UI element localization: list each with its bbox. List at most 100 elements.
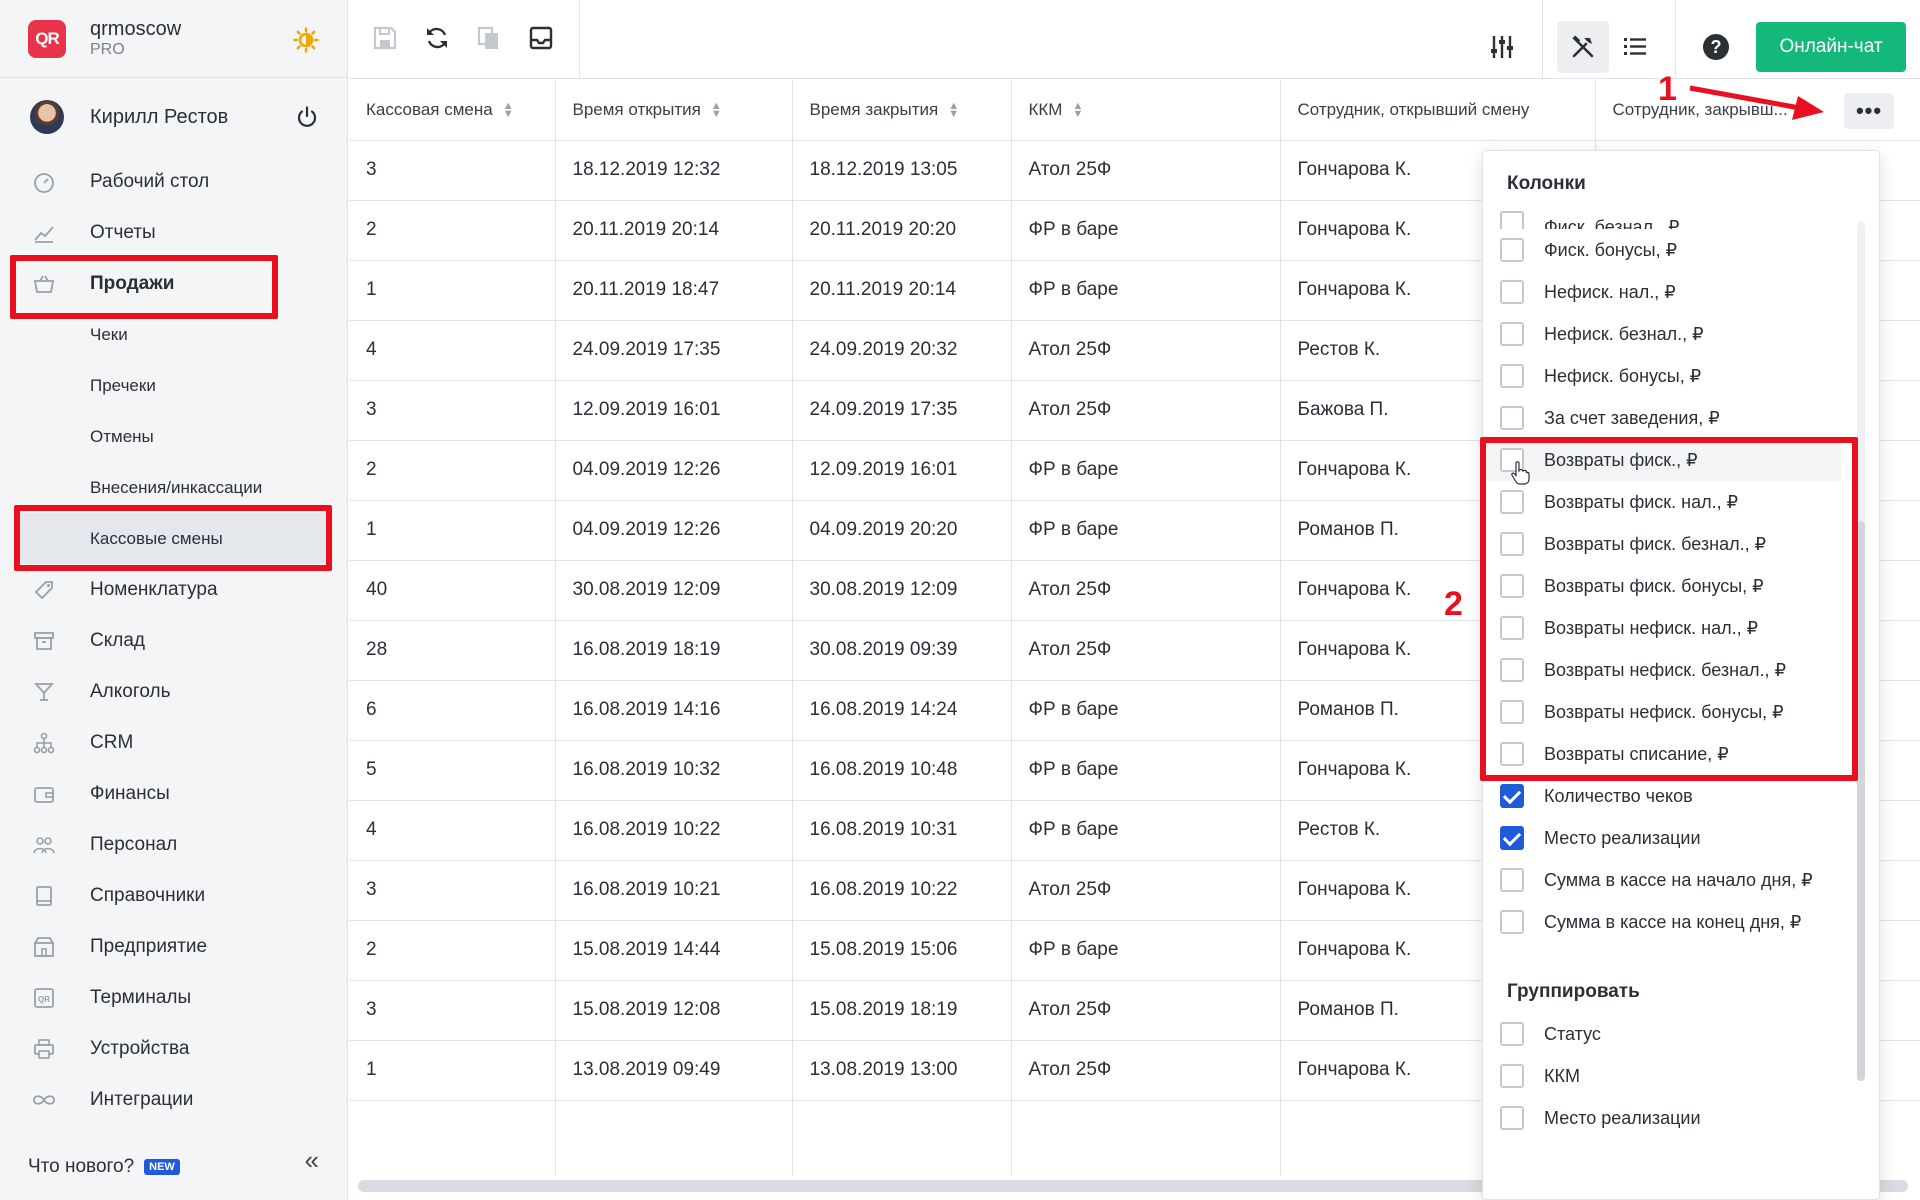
subnav-item-prechecks[interactable]: Пречеки <box>0 360 347 411</box>
column-header-opened-by[interactable]: Сотрудник, открывший смену <box>1280 80 1596 141</box>
table-cell: Атол 25Ф <box>1011 1040 1281 1101</box>
nav-item-enterprise[interactable]: Предприятие <box>0 921 347 972</box>
nav-item-staff[interactable]: Персонал <box>0 819 347 870</box>
checkbox[interactable] <box>1500 910 1524 934</box>
checkbox[interactable] <box>1500 700 1524 724</box>
column-header-close-time[interactable]: Время закрытия ▲ ▼ <box>792 80 1012 141</box>
column-header-kkm[interactable]: ККМ ▲ ▼ <box>1011 80 1281 141</box>
nav-label: Рабочий стол <box>90 170 210 192</box>
checkbox[interactable] <box>1500 532 1524 556</box>
reports-icon <box>30 219 58 247</box>
checkbox[interactable] <box>1500 211 1524 229</box>
nav-item-integrations[interactable]: Интеграции <box>0 1074 347 1125</box>
annotation-marker-1: 1 <box>1658 70 1677 108</box>
online-chat-button[interactable]: Онлайн-чат <box>1756 21 1906 72</box>
subnav-item-cash-shifts[interactable]: Кассовые смены <box>20 513 333 564</box>
subnav-item-receipts[interactable]: Чеки <box>0 309 347 360</box>
checkbox-row[interactable]: Возвраты списание, ₽ <box>1483 733 1879 775</box>
refresh-icon[interactable] <box>421 22 453 54</box>
checkbox[interactable] <box>1500 406 1524 430</box>
inbox-icon[interactable] <box>525 22 557 54</box>
checkbox-row[interactable]: Место реализации <box>1483 1097 1879 1139</box>
subnav-item-cash-deposits[interactable]: Внесения/инкассации <box>0 462 347 513</box>
nav-item-references[interactable]: Справочники <box>0 870 347 921</box>
table-cell <box>792 1100 1012 1175</box>
avatar[interactable] <box>30 100 64 134</box>
tools-icon[interactable] <box>1557 20 1609 73</box>
subnav-item-cancellations[interactable]: Отмены <box>0 411 347 462</box>
sort-icon[interactable]: ▲ ▼ <box>948 101 959 120</box>
checkbox-label: ККМ <box>1544 1065 1580 1086</box>
checkbox-row[interactable]: Возвраты фиск. бонусы, ₽ <box>1483 565 1879 607</box>
whats-new-link[interactable]: Что нового? NEW <box>28 1156 180 1178</box>
checkbox-row[interactable]: Возвраты фиск. нал., ₽ <box>1483 481 1879 523</box>
checkbox-row[interactable]: Возвраты фиск. безнал., ₽ <box>1483 523 1879 565</box>
checkbox-row[interactable]: Сумма в кассе на конец дня, ₽ <box>1483 901 1879 943</box>
checkbox[interactable] <box>1500 658 1524 682</box>
glass-icon <box>30 678 58 706</box>
checkbox-row[interactable]: Статус <box>1483 1013 1879 1055</box>
checkbox-row-partial[interactable]: Фиск. безнал., ₽ <box>1483 209 1879 229</box>
nav-item-finance[interactable]: Финансы <box>0 768 347 819</box>
column-header-shift[interactable]: Кассовая смена ▲ ▼ <box>349 80 556 141</box>
checkbox-row[interactable]: Место реализации <box>1483 817 1879 859</box>
collapse-sidebar-icon[interactable]: « <box>305 1145 319 1176</box>
sort-icon[interactable]: ▲ ▼ <box>1072 101 1083 120</box>
nav-item-terminals[interactable]: QR Терминалы <box>0 972 347 1023</box>
checkbox-row[interactable]: За счет заведения, ₽ <box>1483 397 1879 439</box>
checkbox[interactable] <box>1500 1022 1524 1046</box>
checkbox[interactable] <box>1500 490 1524 514</box>
checkbox-row[interactable]: Возвраты нефиск. безнал., ₽ <box>1483 649 1879 691</box>
checkbox[interactable] <box>1500 574 1524 598</box>
checkbox[interactable] <box>1500 322 1524 346</box>
company-name[interactable]: qrmoscow <box>90 18 181 41</box>
checkbox-row[interactable]: Возвраты нефиск. бонусы, ₽ <box>1483 691 1879 733</box>
nav-item-reports[interactable]: Отчеты <box>0 207 347 258</box>
table-cell: 12.09.2019 16:01 <box>792 440 1012 501</box>
checkbox-checked[interactable] <box>1500 826 1524 850</box>
sort-icon[interactable]: ▲ ▼ <box>503 101 514 120</box>
checkbox-checked[interactable] <box>1500 784 1524 808</box>
nav-item-sales[interactable]: Продажи <box>0 258 347 309</box>
book-icon <box>30 882 58 910</box>
nav-item-alcohol[interactable]: Алкоголь <box>0 666 347 717</box>
sun-icon[interactable] <box>293 27 319 53</box>
filter-sliders-icon[interactable] <box>1476 21 1528 73</box>
checkbox-row[interactable]: Сумма в кассе на начало дня, ₽ <box>1483 859 1879 901</box>
checkbox-row[interactable]: Возвраты фиск., ₽ <box>1483 439 1841 481</box>
copy-icon[interactable] <box>473 22 505 54</box>
save-icon[interactable] <box>369 22 401 54</box>
help-icon[interactable]: ? <box>1690 21 1742 73</box>
nav-item-nomenclature[interactable]: Номенклатура <box>0 564 347 615</box>
checkbox-label: Возвраты фиск., ₽ <box>1544 449 1698 470</box>
checkbox[interactable] <box>1500 868 1524 892</box>
checkbox-row[interactable]: ККМ <box>1483 1055 1879 1097</box>
checkbox-row[interactable]: Количество чеков <box>1483 775 1879 817</box>
checkbox-row[interactable]: Нефиск. нал., ₽ <box>1483 271 1879 313</box>
checkbox-row[interactable]: Возвраты нефиск. нал., ₽ <box>1483 607 1879 649</box>
nav-item-devices[interactable]: Устройства <box>0 1023 347 1074</box>
column-settings-more-icon[interactable]: ••• <box>1844 93 1894 129</box>
checkbox[interactable] <box>1500 280 1524 304</box>
checkbox-row[interactable]: Фиск. бонусы, ₽ <box>1483 229 1879 271</box>
dropdown-scroll-thumb[interactable] <box>1857 521 1865 1081</box>
checkbox[interactable] <box>1500 364 1524 388</box>
user-name[interactable]: Кирилл Рестов <box>90 106 228 129</box>
list-view-icon[interactable] <box>1609 21 1661 73</box>
checkbox[interactable] <box>1500 1064 1524 1088</box>
checkbox-row[interactable]: Нефиск. бонусы, ₽ <box>1483 355 1879 397</box>
power-icon[interactable] <box>295 105 319 129</box>
checkbox-label: Возвраты фиск. нал., ₽ <box>1544 491 1739 512</box>
checkbox[interactable] <box>1500 1106 1524 1130</box>
checkbox[interactable] <box>1500 742 1524 766</box>
sort-icon[interactable]: ▲ ▼ <box>711 101 722 120</box>
sidebar: QR qrmoscow PRO Кирилл Рестов Рабочий ст… <box>0 0 348 1200</box>
checkbox[interactable] <box>1500 238 1524 262</box>
column-header-open-time[interactable]: Время открытия ▲ ▼ <box>555 80 793 141</box>
nav-item-warehouse[interactable]: Склад <box>0 615 347 666</box>
checkbox-row[interactable]: Нефиск. безнал., ₽ <box>1483 313 1879 355</box>
nav-item-dashboard[interactable]: Рабочий стол <box>0 156 347 207</box>
nav-item-crm[interactable]: CRM <box>0 717 347 768</box>
checkbox[interactable] <box>1500 616 1524 640</box>
table-cell: 1 <box>349 1040 556 1101</box>
